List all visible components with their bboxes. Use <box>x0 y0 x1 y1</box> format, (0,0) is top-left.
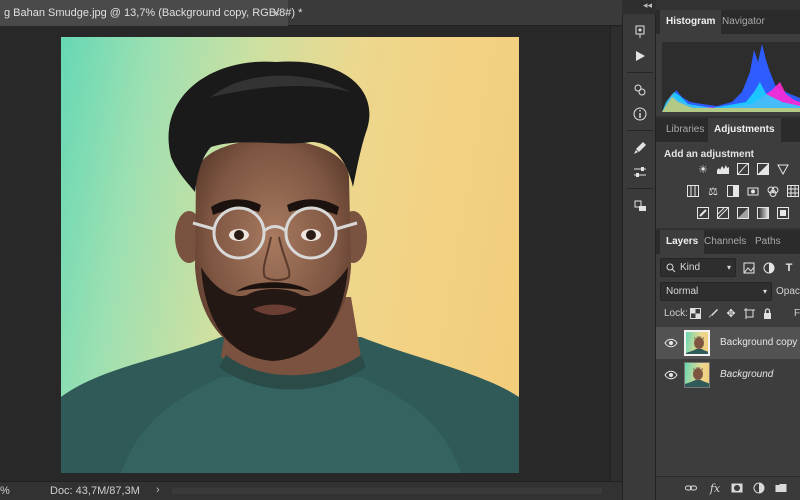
adjustments-panel-tabs: Libraries Adjustments <box>656 118 800 142</box>
strip-divider <box>627 130 653 131</box>
black-white-icon[interactable] <box>726 184 740 198</box>
layers-panel-tabs: Layers Channels Paths <box>656 230 800 254</box>
document-tab-bar: g Bahan Smudge.jpg @ 13,7% (Background c… <box>0 0 622 26</box>
layer-filter-label: Kind <box>680 262 701 273</box>
link-layers-icon[interactable] <box>684 481 698 495</box>
layer-row-background[interactable]: Background <box>656 359 800 391</box>
collapse-panels-icon[interactable]: ◂◂ <box>643 0 652 11</box>
selective-color-icon[interactable] <box>776 206 790 220</box>
lock-pixels-brush-icon[interactable] <box>706 306 720 320</box>
adjustments-panel: Add an adjustment ☀ ⚖ <box>656 142 800 228</box>
tab-libraries[interactable]: Libraries <box>660 118 710 142</box>
horizontal-scrollbar[interactable] <box>172 488 602 494</box>
posterize-icon[interactable] <box>716 206 730 220</box>
layer-styles-fx-icon[interactable]: fx <box>708 481 722 495</box>
layer-thumbnail <box>684 330 710 356</box>
search-icon <box>666 263 676 272</box>
curves-icon[interactable] <box>736 162 750 176</box>
right-panels: Histogram Navigator Libraries Adjustment… <box>656 0 800 500</box>
histogram-panel <box>656 34 800 116</box>
clone-source-icon[interactable] <box>630 196 650 216</box>
info-icon[interactable] <box>630 104 650 124</box>
history-brush-icon[interactable] <box>630 22 650 42</box>
new-adjustment-layer-icon[interactable] <box>752 481 766 495</box>
chevron-down-icon: ▾ <box>726 263 731 272</box>
portrait-illustration <box>61 61 519 473</box>
zoom-readout[interactable]: % <box>0 485 10 497</box>
tab-histogram[interactable]: Histogram <box>660 10 722 34</box>
gradient-map-icon[interactable] <box>756 206 770 220</box>
panel-dock-header: ◂◂ <box>622 0 656 14</box>
color-balance-icon[interactable]: ⚖ <box>706 184 720 198</box>
properties-icon[interactable] <box>630 80 650 100</box>
adjustments-heading: Add an adjustment <box>664 149 755 160</box>
blend-mode-dropdown[interactable]: Normal ▾ <box>660 282 772 301</box>
brightness-contrast-icon[interactable]: ☀ <box>696 162 710 176</box>
tab-channels[interactable]: Channels <box>698 230 752 254</box>
gradient-map-triangle-icon[interactable] <box>776 162 790 176</box>
document-size: Doc: 43,7M/87,3M <box>50 485 140 497</box>
lock-artboard-icon[interactable] <box>742 306 756 320</box>
adjustment-filter-icon[interactable] <box>762 261 776 275</box>
layers-panel: Kind ▾ T Normal ▾ Opacit Lock: <box>656 254 800 476</box>
document-tab[interactable]: g Bahan Smudge.jpg @ 13,7% (Background c… <box>0 0 302 26</box>
strip-divider <box>627 188 653 189</box>
add-mask-icon[interactable] <box>730 481 744 495</box>
histogram-panel-tabs: Histogram Navigator <box>656 10 800 34</box>
visibility-eye-icon[interactable] <box>664 336 678 350</box>
layer-filter-dropdown[interactable]: Kind ▾ <box>660 258 736 277</box>
layers-footer: fx <box>656 476 800 500</box>
chevron-down-icon: ▾ <box>762 287 767 296</box>
lock-all-icon[interactable] <box>760 306 774 320</box>
invert-icon[interactable] <box>696 206 710 220</box>
new-group-folder-icon[interactable] <box>774 481 788 495</box>
tab-paths[interactable]: Paths <box>749 230 787 254</box>
vertical-scrollbar[interactable] <box>610 27 622 481</box>
color-lookup-icon[interactable] <box>786 184 800 198</box>
layer-row-background-copy[interactable]: Background copy <box>656 327 800 359</box>
strip-divider <box>627 72 653 73</box>
status-menu-arrow[interactable]: › <box>156 484 160 496</box>
pixel-filter-icon[interactable] <box>742 261 756 275</box>
layer-name: Background <box>720 369 774 380</box>
canvas-photo[interactable] <box>61 37 519 473</box>
lock-transparent-icon[interactable] <box>688 306 702 320</box>
tab-adjustments[interactable]: Adjustments <box>708 118 781 142</box>
sliders-icon[interactable] <box>630 162 650 182</box>
photoshop-window: g Bahan Smudge.jpg @ 13,7% (Background c… <box>0 0 800 500</box>
vibrance-icon[interactable] <box>686 184 700 198</box>
close-icon[interactable]: × <box>273 6 280 20</box>
opacity-label: Opacit <box>776 286 800 297</box>
threshold-icon[interactable] <box>736 206 750 220</box>
tab-navigator[interactable]: Navigator <box>716 10 771 34</box>
document-tab-title: g Bahan Smudge.jpg @ 13,7% (Background c… <box>4 7 303 19</box>
play-icon[interactable] <box>630 46 650 66</box>
fill-label: F <box>794 308 800 319</box>
collapsed-panel-strip <box>622 14 656 500</box>
exposure-icon[interactable] <box>756 162 770 176</box>
photo-filter-icon[interactable] <box>746 184 760 198</box>
canvas-area[interactable] <box>0 27 610 481</box>
type-filter-icon[interactable]: T <box>782 261 796 275</box>
layer-thumbnail <box>684 362 710 388</box>
layer-name: Background copy <box>720 337 798 348</box>
visibility-eye-icon[interactable] <box>664 368 678 382</box>
status-bar: % Doc: 43,7M/87,3M › <box>0 481 622 500</box>
lock-label: Lock: <box>664 308 688 319</box>
channel-mixer-icon[interactable] <box>766 184 780 198</box>
levels-icon[interactable] <box>716 162 730 176</box>
lock-position-move-icon[interactable]: ✥ <box>724 306 738 320</box>
brush-settings-icon[interactable] <box>630 138 650 158</box>
blend-mode-value: Normal <box>666 286 699 297</box>
histogram-graph <box>662 42 800 112</box>
